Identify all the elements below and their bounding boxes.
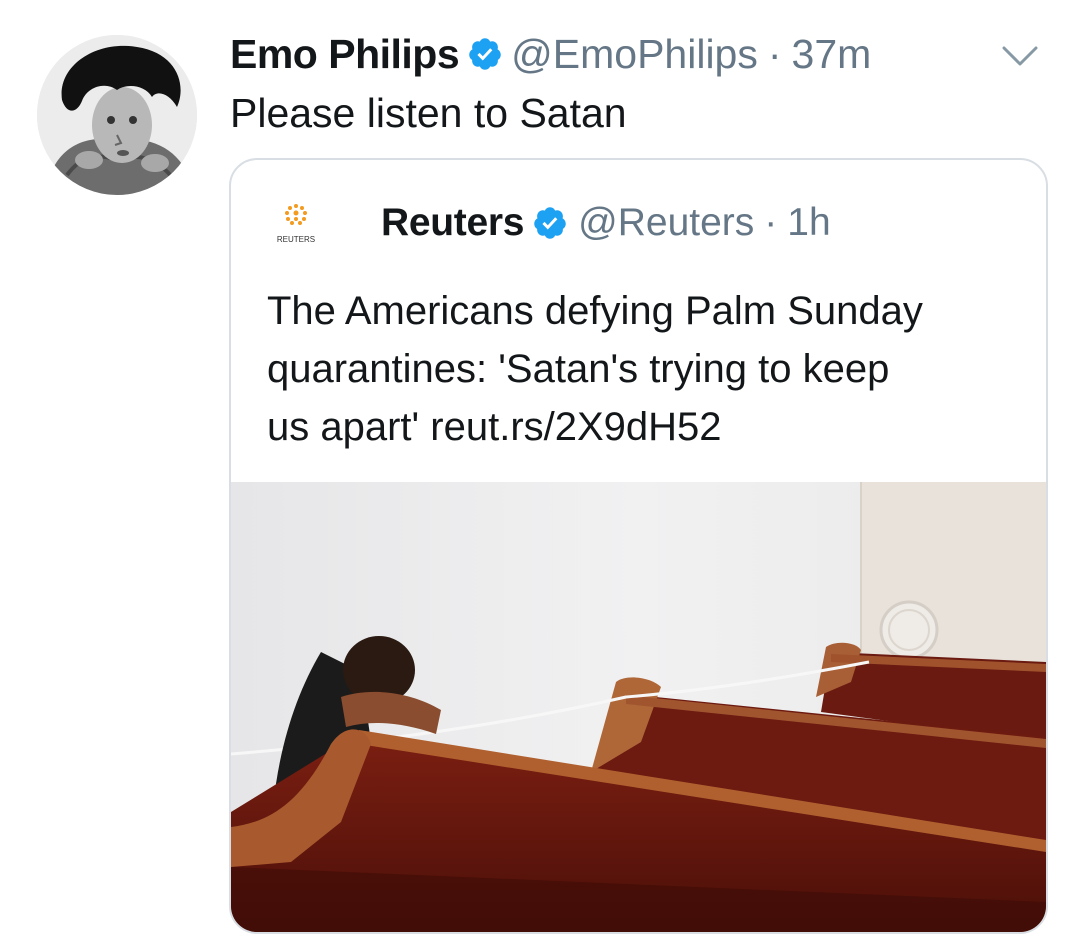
avatar-photo xyxy=(37,35,197,195)
author-name[interactable]: Emo Philips xyxy=(230,31,460,78)
author-avatar[interactable] xyxy=(37,35,197,195)
separator-dot: · xyxy=(764,201,778,244)
quoted-tweet-text: The Americans defying Palm Sunday quaran… xyxy=(267,282,1027,456)
reuters-logo-text: REUTERS xyxy=(277,235,315,244)
author-handle[interactable]: @EmoPhilips xyxy=(511,31,758,78)
quoted-text-line: quarantines: 'Satan's trying to keep xyxy=(267,347,890,391)
chevron-down-icon[interactable] xyxy=(998,38,1042,72)
quoted-tweet-header: REUTERS Reuters @Reuters · 1h xyxy=(271,198,831,248)
verified-badge-icon xyxy=(532,205,568,241)
quoted-tweet-card[interactable]: REUTERS Reuters @Reuters · 1h The Americ… xyxy=(229,158,1048,934)
quoted-author-handle[interactable]: @Reuters xyxy=(578,201,754,245)
quoted-tweet-timestamp[interactable]: 1h xyxy=(787,201,830,245)
quoted-text-line: us apart' reut.rs/2X9dH52 xyxy=(267,405,722,449)
tweet-text: Please listen to Satan xyxy=(230,90,627,136)
tweet-timestamp[interactable]: 37m xyxy=(792,31,872,78)
separator-dot: · xyxy=(767,30,782,77)
quoted-text-line: The Americans defying Palm Sunday xyxy=(267,289,923,333)
tweet-header: Emo Philips @EmoPhilips · 37m xyxy=(230,26,871,82)
quoted-author-name[interactable]: Reuters xyxy=(381,201,524,245)
church-pews-photo xyxy=(231,482,1046,932)
verified-badge-icon xyxy=(467,36,503,72)
reuters-logo-icon: REUTERS xyxy=(271,200,321,246)
quoted-tweet-image[interactable] xyxy=(231,482,1046,932)
